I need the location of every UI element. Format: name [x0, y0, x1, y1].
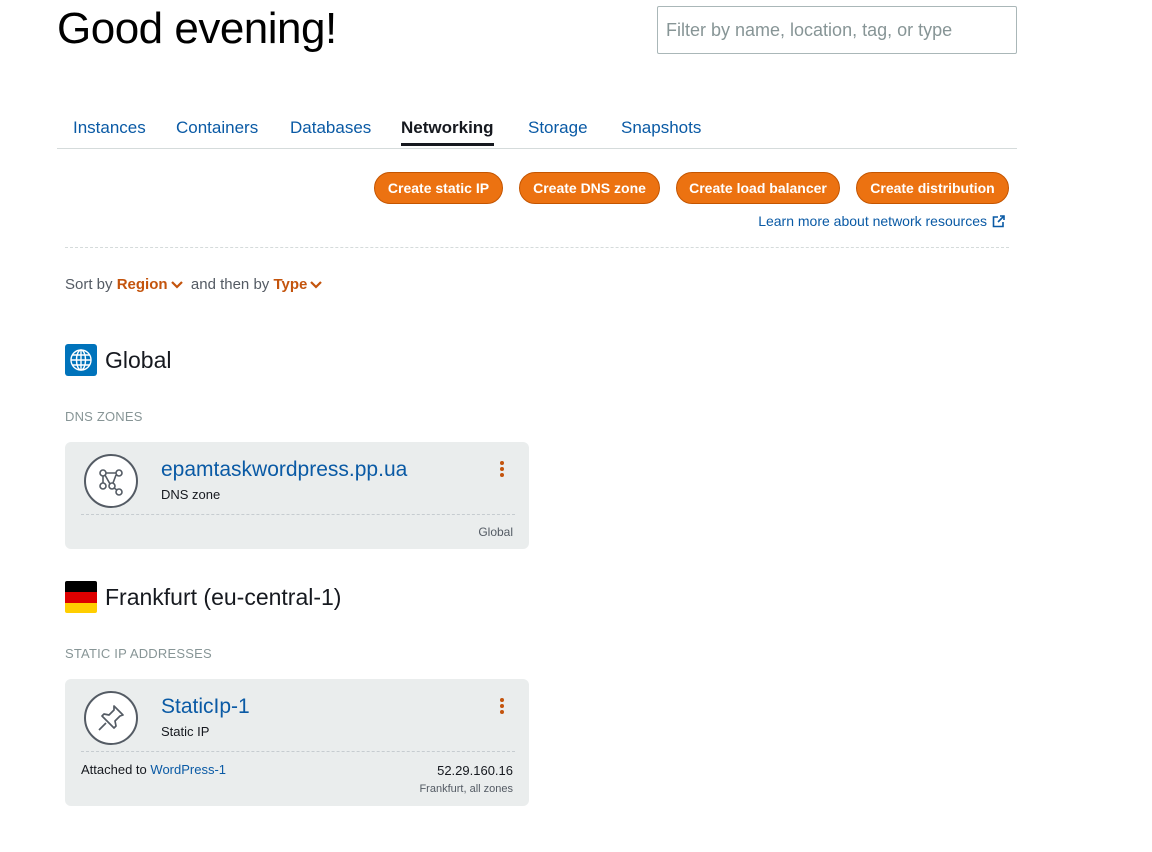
dns-zone-card: epamtaskwordpress.pp.ua DNS zone Global	[65, 442, 529, 549]
ip-address: 52.29.160.16	[437, 763, 513, 778]
sort-controls: Sort by Region and then by Type	[65, 276, 323, 293]
region-title: Frankfurt (eu-central-1)	[105, 583, 342, 610]
chevron-down-icon	[170, 280, 183, 289]
resource-name-link[interactable]: epamtaskwordpress.pp.ua	[161, 458, 407, 482]
section-label: STATIC IP ADDRESSES	[65, 646, 212, 661]
sort-type-label: Type	[273, 276, 308, 293]
tab-instances[interactable]: Instances	[73, 118, 146, 138]
resource-type: Static IP	[161, 724, 210, 739]
more-options-icon[interactable]	[499, 460, 505, 478]
tab-networking[interactable]: Networking	[401, 118, 494, 146]
germany-flag-icon	[65, 581, 97, 613]
learn-more-label: Learn more about network resources	[758, 213, 987, 229]
attached-prefix: Attached to	[81, 762, 147, 777]
card-divider	[81, 751, 515, 752]
region-title: Global	[105, 346, 172, 373]
region-frankfurt-header: Frankfurt (eu-central-1)	[65, 581, 341, 613]
tab-databases[interactable]: Databases	[290, 118, 371, 138]
resource-name-link[interactable]: StaticIp-1	[161, 695, 250, 719]
dns-zone-icon	[84, 454, 138, 508]
search-input[interactable]	[657, 6, 1017, 54]
globe-icon	[65, 344, 97, 376]
card-divider	[81, 514, 515, 515]
sort-region-label: Region	[116, 276, 168, 293]
tab-containers[interactable]: Containers	[176, 118, 258, 138]
sort-prefix: Sort by	[65, 276, 113, 293]
attached-instance-link[interactable]: WordPress-1	[150, 762, 226, 777]
region-global-header: Global	[65, 344, 171, 376]
more-options-icon[interactable]	[499, 697, 505, 715]
section-divider	[65, 247, 1009, 248]
section-label: DNS ZONES	[65, 409, 143, 424]
page-greeting: Good evening!	[57, 4, 337, 53]
create-static-ip-button[interactable]: Create static IP	[374, 172, 503, 204]
resource-location: Global	[478, 525, 513, 539]
attached-info: Attached to WordPress-1	[81, 762, 226, 777]
create-distribution-button[interactable]: Create distribution	[856, 172, 1009, 204]
tab-storage[interactable]: Storage	[528, 118, 588, 138]
external-link-icon	[992, 214, 1005, 227]
create-load-balancer-button[interactable]: Create load balancer	[676, 172, 840, 204]
sort-region-dropdown[interactable]: Region	[117, 276, 183, 293]
sort-middle-text: and then by	[190, 276, 270, 293]
resource-location: Frankfurt, all zones	[419, 783, 513, 795]
pushpin-icon	[84, 691, 138, 745]
sort-type-dropdown[interactable]: Type	[273, 276, 323, 293]
static-ip-card: StaticIp-1 Static IP Attached to WordPre…	[65, 679, 529, 806]
tab-bar: Instances Containers Databases Networkin…	[57, 108, 1017, 149]
learn-more-link[interactable]: Learn more about network resources	[758, 213, 1005, 229]
tab-snapshots[interactable]: Snapshots	[621, 118, 701, 138]
chevron-down-icon	[310, 280, 323, 289]
resource-type: DNS zone	[161, 487, 221, 502]
create-dns-zone-button[interactable]: Create DNS zone	[519, 172, 660, 204]
